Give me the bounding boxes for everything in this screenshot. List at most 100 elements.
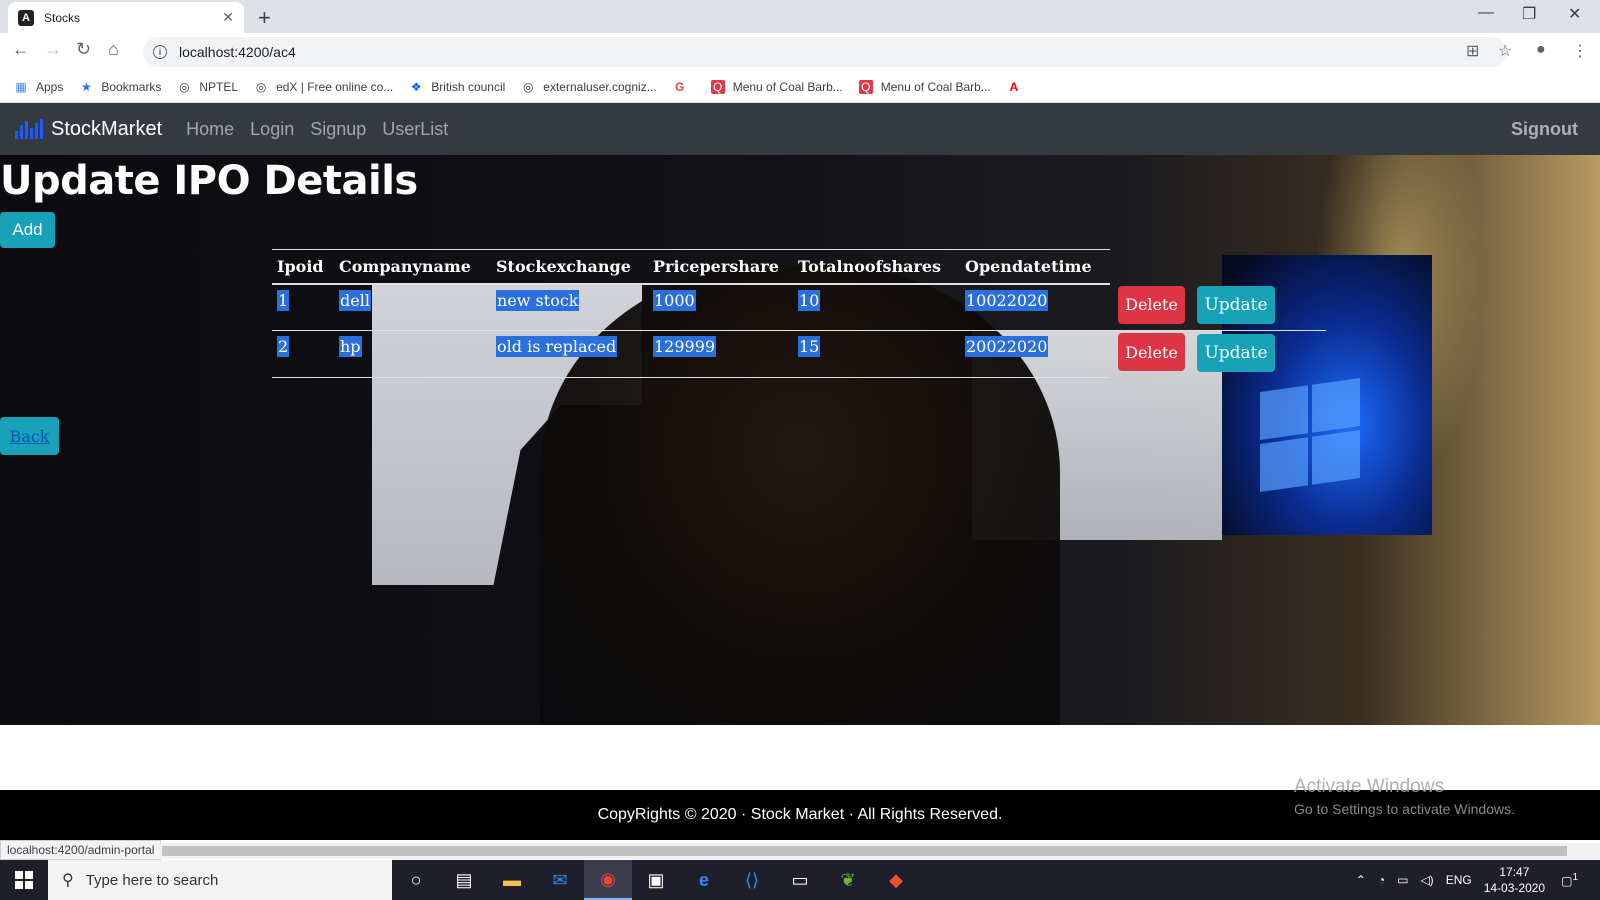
ipo-table: Ipoid Companyname Stockexchange Priceper… — [272, 249, 1326, 378]
nav-home[interactable]: Home — [186, 119, 234, 140]
nav-signup[interactable]: Signup — [310, 119, 366, 140]
info-icon[interactable]: i — [153, 45, 167, 59]
globe-icon: ◎ — [255, 79, 267, 94]
cell-text: 129999 — [653, 336, 717, 357]
nav-login[interactable]: Login — [250, 119, 294, 140]
reload-icon[interactable]: ↻ — [76, 39, 91, 60]
cortana-icon[interactable]: ○ — [392, 860, 440, 900]
bookmark-google[interactable]: G — [673, 80, 695, 94]
zomato-icon: Q — [858, 79, 873, 94]
bookmark-apps[interactable]: ▦ Apps — [14, 80, 63, 94]
table-row: 2 hp old is replaced 129999 15 20022020 … — [272, 330, 1326, 378]
profile-icon[interactable]: ● — [1536, 41, 1546, 59]
chrome-icon[interactable]: ◉ — [584, 860, 632, 900]
scrollbar-thumb[interactable] — [162, 846, 1567, 856]
star-icon: ★ — [80, 79, 92, 94]
bookmark-nptel[interactable]: ◎ NPTEL — [177, 80, 238, 94]
bar-chart-icon — [15, 119, 43, 139]
terminal-icon[interactable]: ▭ — [776, 860, 824, 900]
close-tab-icon[interactable]: ✕ — [222, 9, 234, 26]
status-bar-url: localhost:4200/admin-portal — [0, 840, 162, 860]
menu-kebab-icon[interactable]: ⋮ — [1572, 41, 1588, 61]
bookmark-label: Bookmarks — [101, 79, 162, 94]
adobe-icon: A — [1009, 79, 1019, 94]
edge-icon[interactable]: e — [680, 860, 728, 900]
cell-text: 1 — [277, 289, 290, 311]
cell-ipoid: 1 — [272, 283, 334, 331]
notifications-icon[interactable]: ▢1 — [1561, 872, 1578, 888]
back-link[interactable]: Back — [0, 417, 59, 455]
translate-icon[interactable]: ⊞ — [1466, 41, 1479, 61]
back-arrow-icon[interactable]: ← — [12, 39, 30, 60]
update-button[interactable]: Update — [1197, 286, 1275, 324]
cell-stockexchange: new stock — [491, 283, 648, 331]
bookmarks-bar: ▦ Apps ★ Bookmarks ◎ NPTEL ◎ edX | Free onli… — [0, 71, 1600, 103]
browser-tab-strip: A Stocks ✕ + — ❐ ✕ — [0, 0, 1600, 33]
bookmark-adobe[interactable]: A — [1007, 80, 1029, 94]
clock[interactable]: 17:47 14-03-2020 — [1484, 864, 1545, 896]
cell-text: 10022020 — [965, 289, 1049, 311]
home-icon[interactable]: ⌂ — [108, 39, 119, 60]
bookmark-zomato-2[interactable]: Q Menu of Coal Barb... — [858, 79, 991, 94]
dropbox-icon: ❖ — [410, 79, 422, 94]
close-window-icon[interactable]: ✕ — [1568, 4, 1581, 24]
bookmark-zomato-1[interactable]: Q Menu of Coal Barb... — [710, 79, 843, 94]
bookmark-british-council[interactable]: ❖ British council — [409, 80, 505, 94]
brand-link[interactable]: StockMarket — [15, 118, 162, 141]
bookmark-edx[interactable]: ◎ edX | Free online co... — [254, 80, 393, 94]
horizontal-scrollbar[interactable] — [160, 843, 1600, 859]
bookmark-label: externaluser.cogniz... — [543, 79, 657, 94]
page-title: Update IPO Details — [0, 158, 418, 204]
search-icon: ⚲ — [62, 872, 74, 889]
cell-totalnoofshares: 15 — [793, 330, 960, 378]
cell-text: 2 — [277, 336, 290, 357]
browser-toolbar: ← → ↻ ⌂ i localhost:4200/ac4 ⊞ ☆ ● ⋮ — [0, 33, 1600, 71]
cell-actions: Delete Update — [1110, 331, 1326, 378]
taskbar-search[interactable]: ⚲ Type here to search — [48, 860, 392, 900]
google-icon: G — [675, 79, 685, 94]
language-indicator[interactable]: ENG — [1446, 873, 1472, 887]
bookmark-externaluser[interactable]: ◎ externaluser.cogniz... — [521, 79, 657, 94]
git-icon[interactable]: ◆ — [872, 860, 920, 900]
signout-link[interactable]: Signout — [1511, 119, 1578, 140]
bookmark-bookmarks[interactable]: ★ Bookmarks — [79, 80, 161, 94]
tab-title: Stocks — [44, 10, 81, 25]
footer-copyright: CopyRights © 2020 · Stock Market · All R… — [597, 806, 1003, 823]
delete-button[interactable]: Delete — [1118, 333, 1185, 371]
volume-icon[interactable]: ◁) — [1420, 873, 1433, 887]
spring-icon[interactable]: ❦ — [824, 860, 872, 900]
chevron-up-icon[interactable]: ⌃ — [1356, 873, 1366, 887]
cell-text: 1000 — [653, 289, 696, 311]
search-placeholder: Type here to search — [85, 871, 219, 889]
bookmark-label: British council — [431, 79, 506, 94]
restore-icon[interactable]: ❐ — [1522, 4, 1536, 24]
vscode-icon[interactable]: ⟨⟩ — [728, 860, 776, 900]
browser-tab[interactable]: A Stocks ✕ — [8, 2, 244, 33]
notification-count: 1 — [1572, 872, 1578, 883]
battery-icon[interactable]: ▭ — [1397, 873, 1408, 887]
file-explorer-icon[interactable]: ▬ — [488, 860, 536, 900]
start-button[interactable] — [0, 860, 48, 900]
hero-background-image — [0, 155, 1600, 725]
cell-text: 15 — [798, 336, 821, 357]
nav-userlist[interactable]: UserList — [382, 119, 448, 140]
minimize-icon[interactable]: — — [1478, 4, 1494, 22]
task-view-icon[interactable]: ▤ — [440, 860, 488, 900]
clock-date: 14-03-2020 — [1483, 881, 1546, 895]
wifi-icon[interactable]: ◔ — [1378, 873, 1385, 887]
column-header-opendatetime: Opendatetime — [960, 249, 1110, 285]
add-button[interactable]: Add — [0, 212, 55, 248]
mail-icon[interactable]: ✉ — [536, 860, 584, 900]
bookmark-star-icon[interactable]: ☆ — [1498, 41, 1512, 61]
table-header-row: Ipoid Companyname Stockexchange Priceper… — [272, 249, 1326, 285]
cell-stockexchange: old is replaced — [491, 330, 648, 378]
update-button[interactable]: Update — [1197, 333, 1275, 372]
store-icon[interactable]: ▣ — [632, 860, 680, 900]
zomato-icon: Q — [710, 79, 725, 94]
cell-actions: Delete Update — [1110, 283, 1326, 331]
delete-button[interactable]: Delete — [1118, 285, 1185, 324]
forward-arrow-icon[interactable]: → — [44, 39, 62, 60]
address-bar[interactable]: i localhost:4200/ac4 — [143, 37, 1507, 67]
angular-favicon-icon: A — [18, 9, 34, 26]
new-tab-button[interactable]: + — [258, 5, 271, 31]
